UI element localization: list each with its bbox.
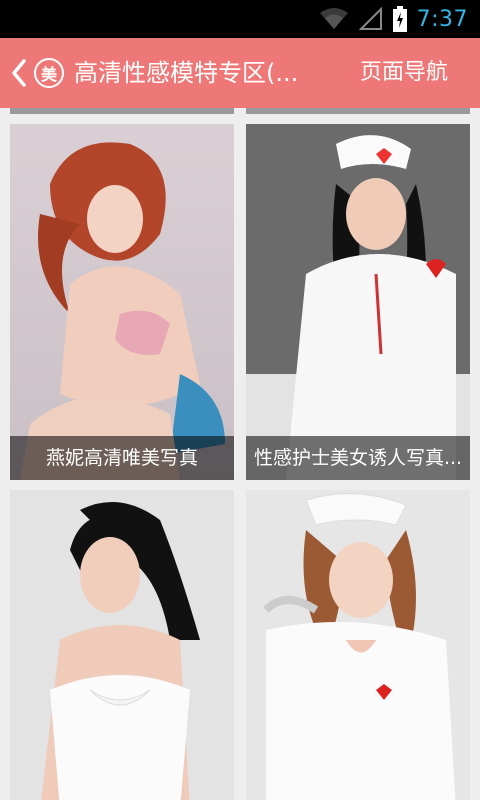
gallery-card[interactable]: 性感护士美女诱人写真... [246, 124, 470, 480]
app-logo[interactable]: 美 [34, 58, 64, 88]
status-bar: 7:37 [0, 0, 480, 38]
model-photo [246, 124, 470, 480]
gallery-card[interactable]: 燕妮高清唯美写真 [10, 124, 234, 480]
card-caption: 燕妮高清唯美写真 [10, 436, 234, 480]
previous-row-remnant [10, 108, 470, 114]
wifi-icon [319, 8, 348, 29]
gallery-grid: 燕妮高清唯美写真 性感护士美女诱人写真... [0, 108, 480, 800]
page-navigation-button[interactable]: 页面导航 [360, 54, 448, 92]
page-title: 高清性感模特专区(... [74, 59, 299, 87]
action-bar: 美 高清性感模特专区(... 页面导航 [0, 38, 480, 108]
battery-charging-icon [392, 6, 407, 32]
status-clock: 7:37 [416, 6, 468, 32]
signal-icon [358, 7, 382, 30]
model-photo [246, 490, 470, 800]
back-chevron-icon[interactable] [10, 57, 28, 89]
model-photo [10, 124, 234, 480]
gallery-card[interactable] [10, 490, 234, 800]
model-photo [10, 490, 234, 800]
card-caption: 性感护士美女诱人写真... [246, 436, 470, 480]
gallery-card[interactable] [246, 490, 470, 800]
